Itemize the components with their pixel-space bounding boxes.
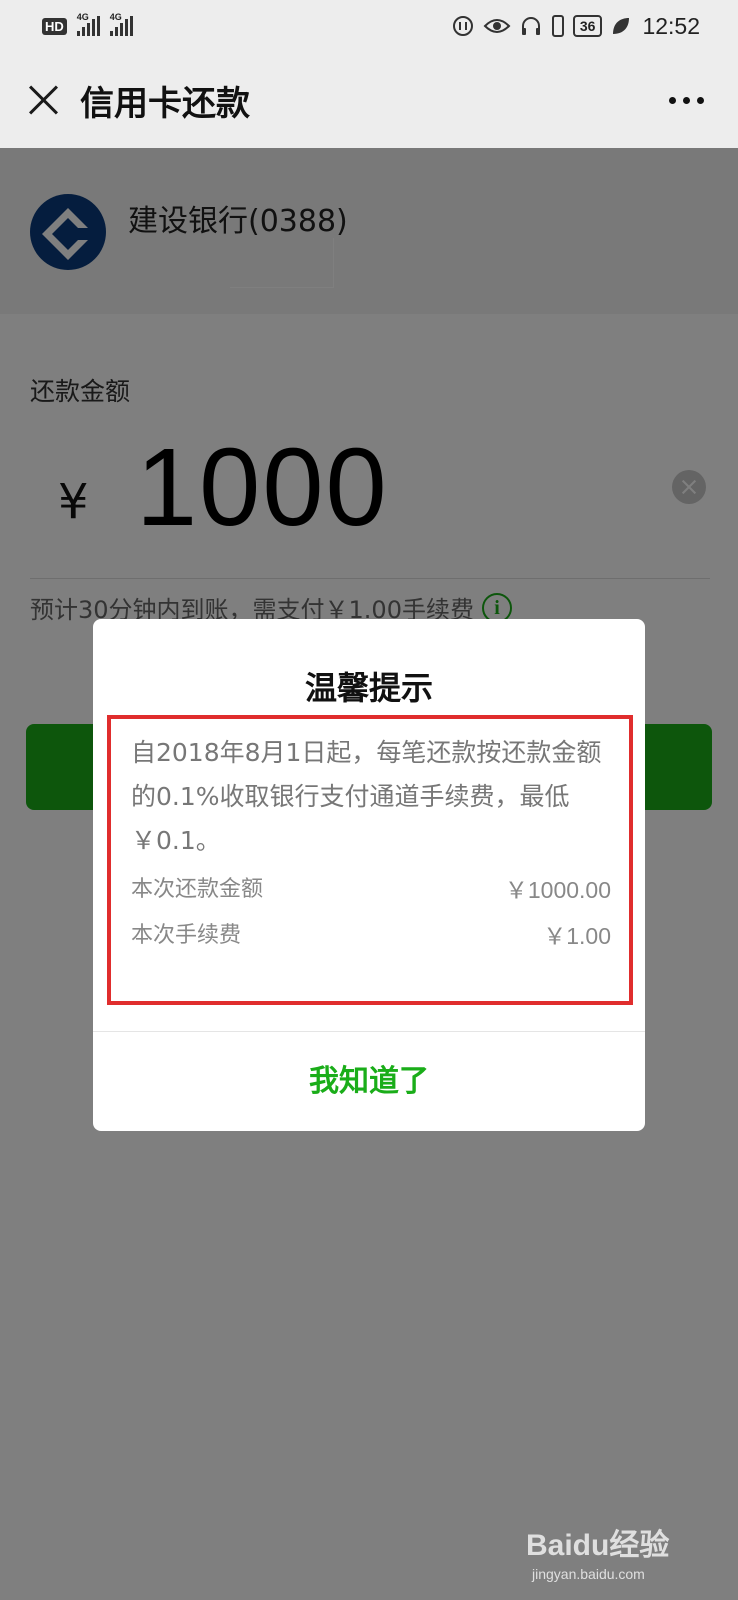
dialog-message: 自2018年8月1日起，每笔还款按还款金额的0.1%收取银行支付通道手续费，最低… <box>131 738 602 855</box>
status-left: HD 4G 4G <box>42 12 133 36</box>
detail-value: ￥1000.00 <box>504 877 611 903</box>
leaf-icon <box>613 18 630 34</box>
close-icon[interactable] <box>26 83 60 117</box>
watermark-url: jingyan.baidu.com <box>532 1566 645 1582</box>
more-icon[interactable] <box>669 96 704 104</box>
detail-row-amount: 本次还款金额 ￥1000.00 <box>131 871 611 905</box>
dialog-title: 温馨提示 <box>304 669 433 707</box>
notice-dialog: 温馨提示 自2018年8月1日起，每笔还款按还款金额的0.1%收取银行支付通道手… <box>93 619 645 1131</box>
signal-icon: 4G <box>76 12 100 36</box>
nav-bar: 信用卡还款 <box>0 52 738 148</box>
signal-icon-2: 4G <box>109 12 133 36</box>
hd-icon: HD <box>42 17 67 35</box>
detail-label: 本次还款金额 <box>131 877 264 902</box>
headphones-icon <box>521 17 540 35</box>
eye-icon <box>483 19 511 33</box>
vibrate-icon <box>551 15 564 37</box>
detail-value: ￥1.00 <box>543 923 611 949</box>
clock: 12:52 <box>642 12 700 39</box>
detail-label: 本次手续费 <box>131 923 242 948</box>
acknowledge-button[interactable]: 我知道了 <box>93 1032 645 1131</box>
signal-label-2: 4G <box>109 12 122 22</box>
battery-icon: 36 <box>572 15 603 37</box>
signal-label: 4G <box>76 12 89 22</box>
status-right: 36 12:52 <box>451 13 700 40</box>
detail-row-fee: 本次手续费 ￥1.00 <box>131 917 611 951</box>
watermark: Baidu经验 jingyan.baidu.com <box>526 1520 722 1582</box>
status-bar: HD 4G 4G 36 12:52 <box>0 0 738 52</box>
data-saver-icon <box>452 16 473 36</box>
watermark-brand: Baidu经验 <box>526 1529 670 1562</box>
page-title: 信用卡还款 <box>80 83 250 124</box>
